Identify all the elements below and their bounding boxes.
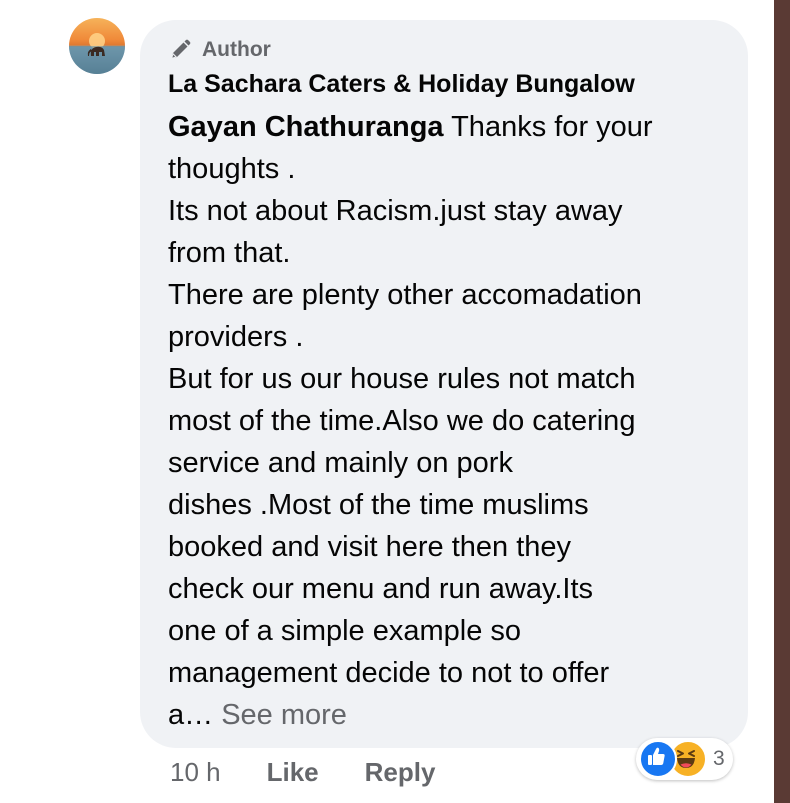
author-badge: Author xyxy=(168,36,271,64)
like-button[interactable]: Like xyxy=(267,757,319,788)
comment-timestamp[interactable]: 10 h xyxy=(170,757,221,788)
commenter-avatar[interactable] xyxy=(69,18,125,74)
comment-line: check our menu and run away.Its xyxy=(168,573,594,605)
mentioned-user[interactable]: Gayan Chathuranga xyxy=(168,111,444,143)
comment-line: There are plenty other accomadation xyxy=(168,279,642,311)
reaction-count: 3 xyxy=(713,747,725,770)
comment-line: thoughts . xyxy=(168,153,296,185)
comment-actions: 10 h Like Reply xyxy=(170,752,435,792)
pencil-icon xyxy=(168,38,192,62)
comment-line: providers . xyxy=(168,321,304,353)
comment-text: Gayan Chathuranga Thanks for your though… xyxy=(168,106,738,736)
comment-line: But for us our house rules not match xyxy=(168,363,636,395)
comment-line: service and mainly on pork xyxy=(168,447,513,479)
like-icon xyxy=(639,740,677,778)
avatar-sunset-elephant-image xyxy=(69,33,125,74)
clipped-text-fragment xyxy=(777,496,789,510)
author-badge-label: Author xyxy=(202,38,271,61)
comment-line: booked and visit here then they xyxy=(168,531,572,563)
comment-line-text: Thanks for your xyxy=(443,111,653,143)
comment-line: Gayan Chathuranga Thanks for your xyxy=(168,106,738,148)
commenter-name[interactable]: La Sachara Caters & Holiday Bungalow xyxy=(168,66,635,102)
comment-line: from that. xyxy=(168,237,291,269)
comment-line: a… See more xyxy=(168,694,738,736)
clipped-text-fragment xyxy=(777,568,789,582)
reply-button[interactable]: Reply xyxy=(365,757,436,788)
comment-line: most of the time.Also we do catering xyxy=(168,405,636,437)
adjacent-panel-edge xyxy=(774,0,790,803)
clipped-text-fragment xyxy=(777,352,789,366)
see-more-link[interactable]: See more xyxy=(221,699,347,731)
comment-line: one of a simple example so xyxy=(168,615,522,647)
comment-line: dishes .Most of the time muslims xyxy=(168,489,589,521)
reactions-summary[interactable]: 3 xyxy=(636,738,733,780)
comment-line: management decide to not to offer xyxy=(168,657,610,689)
comment-line-text: a… xyxy=(168,699,222,731)
comment-line: Its not about Racism.just stay away xyxy=(168,195,623,227)
